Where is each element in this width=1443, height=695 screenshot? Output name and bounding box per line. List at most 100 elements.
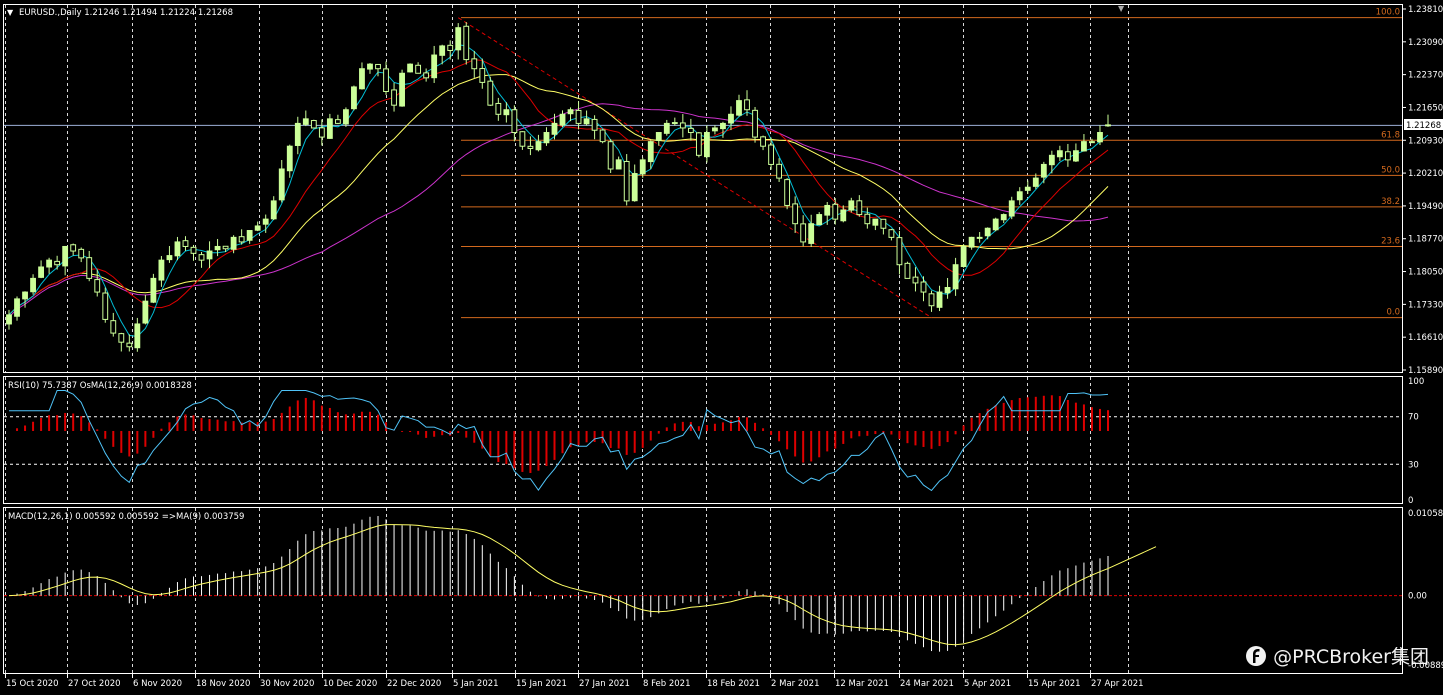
candle-body <box>720 122 726 130</box>
candle-body <box>960 245 967 267</box>
trend-line[interactable] <box>457 17 932 319</box>
candle-body <box>407 63 414 73</box>
candle-body <box>912 276 919 284</box>
candle-body <box>94 279 101 293</box>
candle-body <box>824 204 831 216</box>
candle-body <box>519 131 526 147</box>
candle-body <box>471 58 478 70</box>
candle-body <box>262 218 269 225</box>
ma-mid-line <box>8 59 1109 316</box>
menu-triangle-icon[interactable]: ▼ <box>7 8 14 17</box>
candle-body <box>286 145 293 172</box>
time-tick-label: 22 Dec 2020 <box>387 679 441 689</box>
candle-body <box>1105 124 1111 127</box>
candle-body <box>1000 214 1007 221</box>
candle-body <box>359 68 365 90</box>
candle-body <box>479 68 486 83</box>
candle-body <box>431 54 438 79</box>
candle-body <box>86 257 93 279</box>
candle-body <box>864 213 871 225</box>
candle-body <box>110 320 117 334</box>
candle-body <box>872 218 879 226</box>
rsi-tick-label: 0 <box>1408 496 1413 506</box>
price-tick-label: 1.18770 <box>1408 235 1443 245</box>
candle-body <box>856 200 863 216</box>
ma-slow-line <box>8 74 1109 316</box>
candle-body <box>423 72 430 79</box>
candle-body <box>182 240 189 247</box>
candle-body <box>784 179 791 206</box>
time-tick-label: 12 Mar 2021 <box>835 679 889 689</box>
time-tick-label: 30 Nov 2020 <box>260 679 314 689</box>
candle-body <box>671 122 678 125</box>
candle-body <box>302 118 309 125</box>
candle-body <box>174 241 181 257</box>
candle-body <box>455 27 462 51</box>
candle-body <box>583 118 590 125</box>
candle-body <box>591 118 598 131</box>
vertical-grid <box>4 5 1402 674</box>
candle-body <box>1064 151 1071 161</box>
candle-body <box>776 163 783 179</box>
candle-body <box>1097 132 1103 143</box>
candle-body <box>976 236 983 239</box>
candle-body <box>599 129 606 143</box>
candle-body <box>736 100 742 116</box>
main-header: EURUSD.,Daily 1.21246 1.21494 1.21224 1.… <box>19 8 233 18</box>
watermark: @PRCBroker集团 <box>1245 642 1429 669</box>
candle-body <box>375 63 381 70</box>
candle-body <box>150 277 157 303</box>
candle-body <box>22 291 28 300</box>
time-tick-label: 15 Jan 2021 <box>516 679 567 689</box>
candle-body <box>222 245 229 250</box>
candle-body <box>832 203 839 220</box>
fib-level-label: 50.0 <box>1381 165 1400 175</box>
candle-body <box>142 300 149 324</box>
candle-body <box>511 109 518 134</box>
shift-marker-icon[interactable]: ▼ <box>1118 4 1125 13</box>
rsi-header: RSI(10) 75.7387 OsMA(12,26,9) 0.0018328 <box>8 381 192 391</box>
price-tick-label: 1.19490 <box>1408 202 1443 212</box>
candle-body <box>415 64 422 74</box>
price-tick-label: 1.15890 <box>1408 366 1443 376</box>
candle-body <box>383 68 389 93</box>
candle-body <box>647 141 654 163</box>
time-axis: 15 Oct 2020 27 Oct 2020 6 Nov 2020 18 Nov 2… <box>5 674 1144 689</box>
time-tick-label: 15 Apr 2021 <box>1028 679 1081 689</box>
candle-body <box>896 237 903 266</box>
rsi-tick-label: 70 <box>1408 413 1419 423</box>
price-tick-label: 1.18050 <box>1408 268 1443 278</box>
candle-body <box>992 218 999 231</box>
candle-body <box>270 200 277 220</box>
candle-body <box>102 292 109 320</box>
rsi-line <box>9 390 1109 492</box>
trading-chart[interactable]: 100.0 61.8 50.0 38.2 23.6 0.0 100 70 30 0 0.0105… <box>0 0 1443 695</box>
fib-level-label: 100.0 <box>1376 8 1400 18</box>
fibonacci-retracement[interactable]: 100.0 61.8 50.0 38.2 23.6 0.0 <box>461 8 1402 319</box>
candle-body <box>46 259 53 268</box>
candle-body <box>399 72 405 107</box>
candle-body <box>1056 150 1063 158</box>
fib-level-label: 23.6 <box>1381 236 1400 246</box>
price-tag: 1.21268 <box>1406 121 1441 131</box>
candle-body <box>728 113 734 124</box>
time-tick-label: 24 Mar 2021 <box>900 679 954 689</box>
macd-signal-line <box>8 524 1157 646</box>
candle-body <box>487 80 494 106</box>
candle-body <box>1073 150 1079 162</box>
candle-body <box>687 127 694 134</box>
candle-body <box>679 122 686 129</box>
candle-body <box>559 113 566 126</box>
candle-body <box>214 245 221 251</box>
candle-body <box>551 122 558 135</box>
candle-body <box>503 109 510 116</box>
candle-body <box>936 291 943 308</box>
candle-body <box>206 250 213 260</box>
rsi-indicator: 100 70 30 0 <box>4 377 1424 506</box>
candle-body <box>968 236 975 248</box>
time-tick-label: 27 Jan 2021 <box>579 679 630 689</box>
candle-body <box>198 254 205 261</box>
rsi-panel-frame <box>3 376 1403 504</box>
candle-body <box>1048 154 1055 166</box>
time-tick-label: 2 Mar 2021 <box>771 679 819 689</box>
